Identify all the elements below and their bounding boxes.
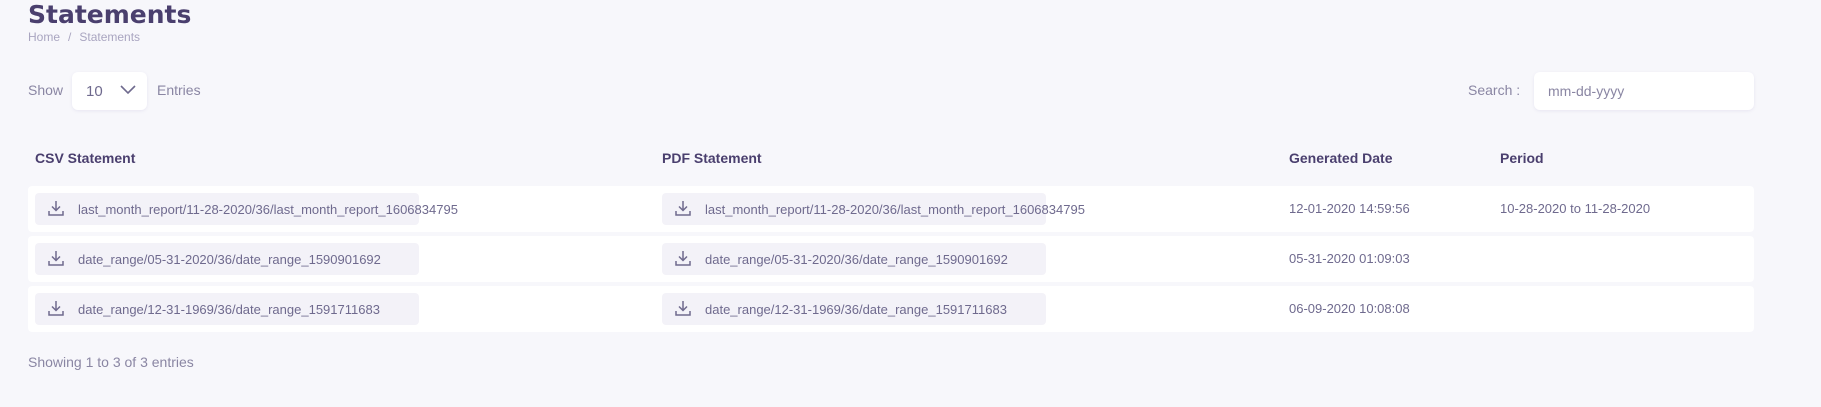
entries-label: Entries xyxy=(157,82,201,98)
table-row: last_month_report/11-28-2020/36/last_mon… xyxy=(28,186,1754,232)
pdf-download-link[interactable]: last_month_report/11-28-2020/36/last_mon… xyxy=(662,193,1085,225)
csv-download-link[interactable]: last_month_report/11-28-2020/36/last_mon… xyxy=(35,193,458,225)
download-icon xyxy=(675,301,691,316)
search-date-input[interactable] xyxy=(1534,72,1754,110)
generated-date-cell: 12-01-2020 14:59:56 xyxy=(1289,201,1410,216)
generated-date-cell: 06-09-2020 10:08:08 xyxy=(1289,301,1410,316)
show-label: Show xyxy=(28,82,64,98)
csv-file-name: last_month_report/11-28-2020/36/last_mon… xyxy=(78,202,458,217)
page-title: Statements xyxy=(28,0,192,29)
download-icon xyxy=(48,201,64,216)
pdf-download-link[interactable]: date_range/05-31-2020/36/date_range_1590… xyxy=(662,243,1046,275)
table-row: date_range/12-31-1969/36/date_range_1591… xyxy=(28,286,1754,332)
csv-file-name: date_range/05-31-2020/36/date_range_1590… xyxy=(78,252,381,267)
download-icon xyxy=(48,301,64,316)
table-info-text: Showing 1 to 3 of 3 entries xyxy=(28,354,194,370)
period-cell: 10-28-2020 to 11-28-2020 xyxy=(1500,201,1651,216)
pdf-file-name: date_range/12-31-1969/36/date_range_1591… xyxy=(705,302,1007,317)
csv-download-link[interactable]: date_range/05-31-2020/36/date_range_1590… xyxy=(35,243,419,275)
statements-page: Statements Home / Statements Show 10 Entri… xyxy=(0,0,1821,407)
breadcrumb-current: Statements xyxy=(79,30,141,44)
csv-download-link[interactable]: date_range/12-31-1969/36/date_range_1591… xyxy=(35,293,419,325)
search-label: Search : xyxy=(1468,82,1521,98)
column-header-generated-date: Generated Date xyxy=(1289,150,1393,166)
download-icon xyxy=(675,251,691,266)
download-icon xyxy=(48,251,64,266)
pdf-file-name: last_month_report/11-28-2020/36/last_mon… xyxy=(705,202,1085,217)
breadcrumb-separator: / xyxy=(68,30,72,44)
generated-date-cell: 05-31-2020 01:09:03 xyxy=(1289,251,1410,266)
entries-select-value: 10 xyxy=(86,82,103,100)
csv-file-name: date_range/12-31-1969/36/date_range_1591… xyxy=(78,302,380,317)
column-header-period: Period xyxy=(1500,150,1544,166)
breadcrumb-home-link[interactable]: Home xyxy=(28,30,60,44)
entries-per-page-select[interactable]: 10 xyxy=(72,72,147,110)
download-icon xyxy=(675,201,691,216)
column-header-pdf-statement: PDF Statement xyxy=(662,150,762,166)
chevron-down-icon xyxy=(120,85,136,95)
pdf-file-name: date_range/05-31-2020/36/date_range_1590… xyxy=(705,252,1008,267)
column-header-csv-statement: CSV Statement xyxy=(35,150,136,166)
breadcrumb: Home / Statements xyxy=(28,30,140,44)
table-row: date_range/05-31-2020/36/date_range_1590… xyxy=(28,236,1754,282)
pdf-download-link[interactable]: date_range/12-31-1969/36/date_range_1591… xyxy=(662,293,1046,325)
